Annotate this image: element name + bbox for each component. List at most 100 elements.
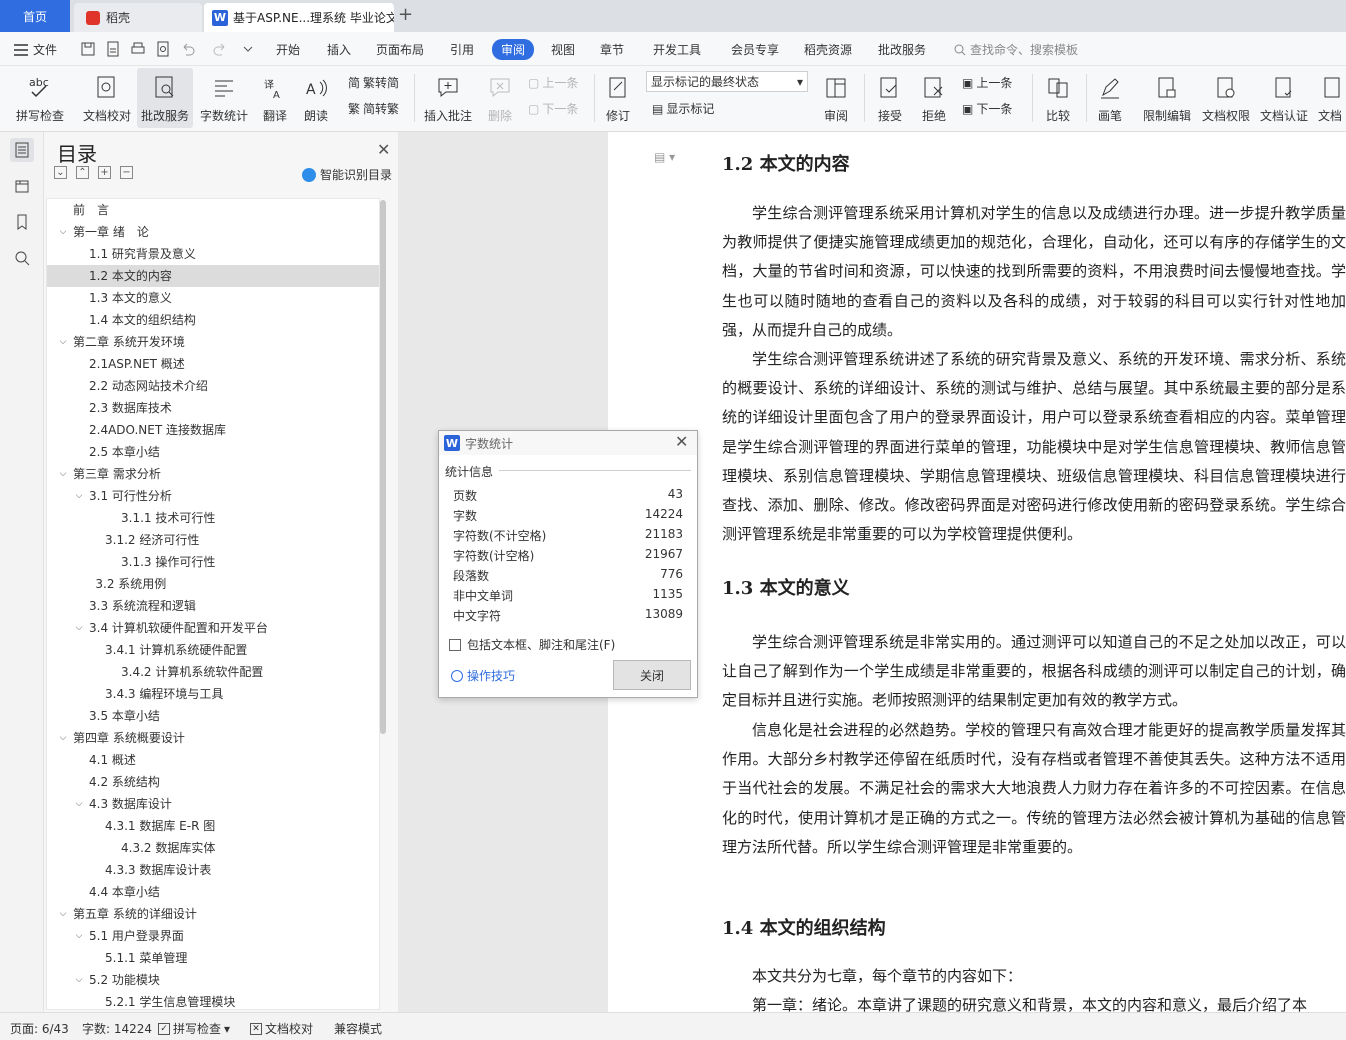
- toc-item[interactable]: 4.1 概述: [47, 749, 379, 771]
- toc-item[interactable]: 1.4 本文的组织结构: [47, 309, 379, 331]
- paragraph[interactable]: 学生综合测评管理系统采用计算机对学生的信息以及成绩进行办理。进一步提升教学质量为…: [722, 199, 1346, 345]
- toc-item[interactable]: 4.4 本章小结: [47, 881, 379, 903]
- chevron-down-icon[interactable]: ⌵: [73, 617, 85, 639]
- review-pane-button[interactable]: 审阅: [816, 68, 856, 128]
- toc-item[interactable]: ⌵ 5.2 功能模块: [47, 969, 379, 991]
- toc-item[interactable]: ⌵ 第三章 需求分析: [47, 463, 379, 485]
- menu-member[interactable]: 会员专享: [731, 41, 779, 58]
- page-options-icon[interactable]: ▤ ▾: [654, 150, 675, 164]
- trad-to-simp-button[interactable]: 简繁转简: [348, 74, 399, 91]
- toc-scrollbar[interactable]: [380, 200, 386, 734]
- show-markup-button[interactable]: ▤ 显示标记: [652, 100, 714, 117]
- toc-item[interactable]: 3.1.1 技术可行性: [47, 507, 379, 529]
- menu-references[interactable]: 引用: [450, 41, 474, 58]
- menu-start[interactable]: 开始: [276, 41, 300, 58]
- toc-item[interactable]: 前 言: [47, 199, 379, 221]
- toc-close-icon[interactable]: ✕: [377, 140, 390, 159]
- tips-link[interactable]: 操作技巧: [451, 667, 515, 684]
- find-icon[interactable]: [10, 246, 34, 270]
- bookmark-icon[interactable]: [10, 210, 34, 234]
- dialog-close-icon[interactable]: ✕: [675, 432, 688, 451]
- prev-comment-button[interactable]: ▢ 上一条: [528, 74, 578, 91]
- chapter-nav-icon[interactable]: [10, 174, 34, 198]
- paragraph[interactable]: 学生综合测评管理系统讲述了系统的研究背景及意义、系统的开发环境、需求分析、系统的…: [722, 345, 1346, 549]
- toc-item[interactable]: 3.1.2 经济可行性: [47, 529, 379, 551]
- toc-item[interactable]: 2.2 动态网站技术介绍: [47, 375, 379, 397]
- tab-home[interactable]: 首页: [0, 0, 70, 32]
- accept-button[interactable]: 接受: [870, 68, 910, 128]
- toc-item[interactable]: 3.1.3 操作可行性: [47, 551, 379, 573]
- undo-icon[interactable]: [180, 41, 196, 57]
- doc-permission-button[interactable]: 文档权限: [1200, 68, 1252, 128]
- prev-change-button[interactable]: ▣ 上一条: [962, 74, 1012, 91]
- toc-item[interactable]: ⌵ 3.4 计算机软硬件配置和开发平台: [47, 617, 379, 639]
- toc-item[interactable]: 3.4.2 计算机系统软件配置: [47, 661, 379, 683]
- quick-access-more-icon[interactable]: [240, 41, 256, 57]
- status-spellcheck[interactable]: ✓ 拼写检查 ▾: [158, 1020, 230, 1037]
- toc-item[interactable]: 2.3 数据库技术: [47, 397, 379, 419]
- word-count-button[interactable]: 字数统计: [198, 68, 250, 128]
- toc-item[interactable]: 4.3.2 数据库实体: [47, 837, 379, 859]
- toc-item[interactable]: 3.2 系统用例: [47, 573, 379, 595]
- redo-icon[interactable]: [212, 41, 228, 57]
- toc-item[interactable]: 1.1 研究背景及意义: [47, 243, 379, 265]
- print-icon[interactable]: [130, 41, 146, 57]
- delete-comment-button[interactable]: 删除: [480, 68, 520, 128]
- dialog-titlebar[interactable]: W 字数统计: [439, 431, 697, 455]
- collapse-all-icon[interactable]: ⌄: [54, 166, 67, 179]
- toc-item[interactable]: ⌵ 3.1 可行性分析: [47, 485, 379, 507]
- close-button[interactable]: 关闭: [613, 660, 691, 690]
- toc-item[interactable]: ⌵ 第一章 绪 论: [47, 221, 379, 243]
- toc-item[interactable]: 2.4ADO.NET 连接数据库: [47, 419, 379, 441]
- simp-to-trad-button[interactable]: 繁简转繁: [348, 100, 399, 117]
- menu-daoke-resources[interactable]: 稻壳资源: [804, 41, 852, 58]
- toc-item[interactable]: 5.1.1 菜单管理: [47, 947, 379, 969]
- toc-item[interactable]: 4.3.1 数据库 E-R 图: [47, 815, 379, 837]
- menu-view[interactable]: 视图: [551, 41, 575, 58]
- chevron-down-icon[interactable]: ⌵: [73, 925, 85, 947]
- tab-document[interactable]: W 基于ASP.NE...理系统 毕业论文: [204, 3, 394, 32]
- add-heading-icon[interactable]: +: [98, 166, 111, 179]
- toc-item[interactable]: 2.1ASP.NET 概述: [47, 353, 379, 375]
- doc-more-button[interactable]: 文档: [1318, 68, 1346, 128]
- expand-all-icon[interactable]: ⌃: [76, 166, 89, 179]
- markup-state-select[interactable]: 显示标记的最终状态 ▾: [646, 71, 808, 92]
- next-change-button[interactable]: ▣ 下一条: [962, 100, 1012, 117]
- toc-item[interactable]: 4.3.3 数据库设计表: [47, 859, 379, 881]
- toc-item[interactable]: 3.4.3 编程环境与工具: [47, 683, 379, 705]
- chevron-down-icon[interactable]: ⌵: [57, 727, 69, 749]
- translate-button[interactable]: 译A 翻译: [256, 68, 294, 128]
- spellcheck-button[interactable]: abc 拼写检查: [10, 68, 70, 128]
- track-changes-button[interactable]: 修订: [600, 68, 636, 128]
- paragraph[interactable]: 学生综合测评管理系统是非常实用的。通过测评可以知道自己的不足之处加以改正，可以让…: [722, 628, 1346, 716]
- toc-item[interactable]: 3.3 系统流程和逻辑: [47, 595, 379, 617]
- doc-proof-button[interactable]: 文档校对: [80, 68, 134, 128]
- menu-page-layout[interactable]: 页面布局: [376, 41, 424, 58]
- toc-item[interactable]: ⌵ 第二章 系统开发环境: [47, 331, 379, 353]
- status-proof[interactable]: ✕ 文档校对: [250, 1020, 313, 1037]
- file-menu[interactable]: 文件: [14, 41, 57, 58]
- include-textbox-checkbox[interactable]: 包括文本框、脚注和尾注(F): [449, 636, 615, 653]
- chevron-down-icon[interactable]: ⌵: [57, 331, 69, 353]
- toc-item[interactable]: 1.2 本文的内容: [47, 265, 379, 287]
- heading-1-2[interactable]: 1.2 本文的内容: [722, 150, 850, 176]
- menu-insert[interactable]: 插入: [327, 41, 351, 58]
- menu-developer[interactable]: 开发工具: [653, 41, 701, 58]
- toc-item[interactable]: 1.3 本文的意义: [47, 287, 379, 309]
- toc-item[interactable]: 5.2.1 学生信息管理模块: [47, 991, 379, 1009]
- paragraph[interactable]: 本文共分为七章，每个章节的内容如下：: [722, 962, 1346, 991]
- chevron-down-icon[interactable]: ⌵: [57, 463, 69, 485]
- chevron-down-icon[interactable]: ⌵: [57, 903, 69, 925]
- export-pdf-icon[interactable]: [105, 41, 121, 57]
- paragraph[interactable]: 信息化是社会进程的必然趋势。学校的管理只有高效合理才能更好的提高教学质量发挥其作…: [722, 716, 1346, 862]
- smart-toc-button[interactable]: 智能识别目录: [302, 166, 392, 183]
- tab-daoke[interactable]: 稻壳: [74, 3, 202, 32]
- chevron-down-icon[interactable]: ⌵: [57, 221, 69, 243]
- doc-certify-button[interactable]: 文档认证: [1258, 68, 1310, 128]
- next-comment-button[interactable]: ▢ 下一条: [528, 100, 578, 117]
- toc-item[interactable]: 3.4.1 计算机系统硬件配置: [47, 639, 379, 661]
- paragraph[interactable]: 第一章：绪论。本章讲了课题的研究意义和背景，本文的内容和意义，最后介绍了本: [722, 991, 1346, 1012]
- menu-review[interactable]: 审阅: [492, 39, 535, 60]
- chevron-down-icon[interactable]: ⌵: [73, 969, 85, 991]
- reject-button[interactable]: 拒绝: [914, 68, 954, 128]
